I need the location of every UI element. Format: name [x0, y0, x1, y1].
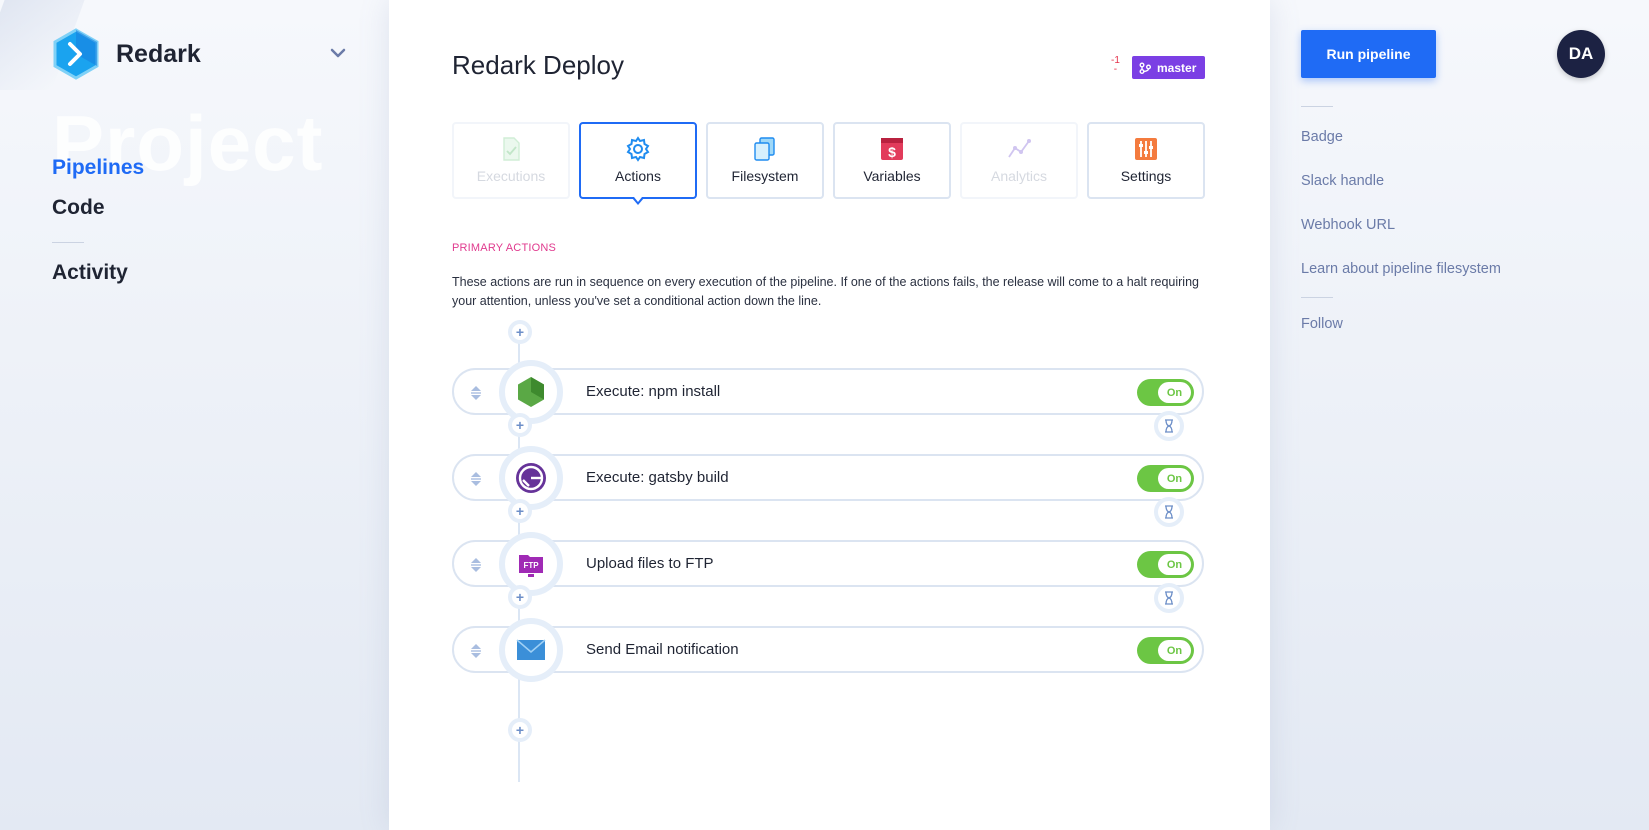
right-links-divider	[1301, 106, 1333, 107]
chevron-down-icon[interactable]	[330, 46, 346, 58]
main-nav: Pipelines Code Activity	[52, 148, 144, 293]
hourglass-icon[interactable]	[1154, 497, 1184, 527]
webhook-url-link[interactable]: Webhook URL	[1301, 203, 1501, 247]
nav-divider	[52, 242, 84, 243]
tab-label: Actions	[615, 168, 661, 184]
badge-link[interactable]: Badge	[1301, 115, 1501, 159]
tab-label: Settings	[1120, 168, 1172, 184]
drag-handle-icon[interactable]	[466, 469, 486, 489]
action-toggle[interactable]: On	[1137, 379, 1194, 406]
brand[interactable]: Redark	[52, 28, 201, 80]
add-action-button[interactable]: +	[508, 585, 532, 609]
tab-label: Analytics	[990, 168, 1048, 184]
tab-filesystem[interactable]: Filesystem	[706, 122, 824, 199]
action-label: Execute: gatsby build	[586, 469, 729, 486]
ftp-icon: FTP	[499, 532, 563, 596]
hourglass-icon[interactable]	[1154, 411, 1184, 441]
left-sidebar: Project Redark Pipelines Code Activity	[0, 0, 389, 830]
page-title: Redark Deploy	[452, 50, 624, 80]
main-panel: Redark Deploy -1 - master Executions Act…	[389, 0, 1270, 830]
action-label: Upload files to FTP	[586, 555, 714, 572]
run-pipeline-button[interactable]: Run pipeline	[1301, 30, 1436, 78]
add-action-button[interactable]: +	[508, 320, 532, 344]
drag-handle-icon[interactable]	[466, 383, 486, 403]
action-list: + Execute: npm install On + Execute: gat…	[452, 320, 1204, 792]
action-row[interactable]: Execute: gatsby build On	[452, 446, 1204, 510]
add-action-button[interactable]: +	[508, 718, 532, 742]
action-row[interactable]: Execute: npm install On	[452, 360, 1204, 424]
brand-name: Redark	[116, 39, 201, 68]
action-toggle[interactable]: On	[1137, 465, 1194, 492]
branch-name: master	[1157, 60, 1197, 75]
diff-count: -1 -	[1111, 55, 1120, 75]
learn-filesystem-link[interactable]: Learn about pipeline filesystem	[1301, 247, 1501, 291]
follow-link[interactable]: Follow	[1301, 302, 1501, 346]
tab-label: Variables	[863, 168, 921, 184]
git-branch-icon	[1139, 62, 1151, 74]
redark-logo-icon	[52, 28, 100, 80]
action-toggle[interactable]: On	[1137, 637, 1194, 664]
tab-label: Filesystem	[731, 168, 799, 184]
nav-item-code[interactable]: Code	[52, 188, 144, 228]
action-label: Send Email notification	[586, 641, 739, 658]
tab-executions[interactable]: Executions	[452, 122, 570, 199]
svg-text:FTP: FTP	[523, 561, 539, 570]
drag-handle-icon[interactable]	[466, 555, 486, 575]
file-check-icon	[503, 137, 520, 161]
tab-variables[interactable]: $ Variables	[833, 122, 951, 199]
email-icon	[499, 618, 563, 682]
drag-handle-icon[interactable]	[466, 641, 486, 661]
dollar-icon: $	[881, 138, 903, 160]
gatsby-icon	[499, 446, 563, 510]
svg-text:$: $	[888, 144, 896, 160]
pipeline-tabs: Executions Actions Filesystem $ Variable…	[452, 122, 1205, 205]
branch-badge[interactable]: master	[1132, 56, 1206, 79]
chart-line-icon	[1008, 139, 1031, 158]
tab-settings[interactable]: Settings	[1087, 122, 1205, 199]
action-row[interactable]: FTP Upload files to FTP On	[452, 532, 1204, 596]
section-title: PRIMARY ACTIONS	[452, 242, 557, 254]
action-label: Execute: npm install	[586, 383, 721, 400]
nav-item-pipelines[interactable]: Pipelines	[52, 148, 144, 188]
hourglass-icon[interactable]	[1154, 583, 1184, 613]
avatar[interactable]: DA	[1557, 30, 1605, 78]
files-icon	[754, 137, 775, 161]
add-action-button[interactable]: +	[508, 499, 532, 523]
right-links-divider	[1301, 297, 1333, 298]
tab-actions[interactable]: Actions	[579, 122, 697, 205]
nav-item-activity[interactable]: Activity	[52, 253, 144, 293]
slack-handle-link[interactable]: Slack handle	[1301, 159, 1501, 203]
nodejs-icon	[499, 360, 563, 424]
add-action-button[interactable]: +	[508, 413, 532, 437]
tab-analytics[interactable]: Analytics	[960, 122, 1078, 199]
section-description: These actions are run in sequence on eve…	[452, 275, 1199, 308]
action-row[interactable]: Send Email notification On	[452, 618, 1204, 682]
action-toggle[interactable]: On	[1137, 551, 1194, 578]
tab-label: Executions	[476, 168, 546, 184]
sliders-icon	[1135, 138, 1157, 160]
right-links: Badge Slack handle Webhook URL Learn abo…	[1301, 106, 1501, 346]
gear-icon	[626, 136, 650, 162]
